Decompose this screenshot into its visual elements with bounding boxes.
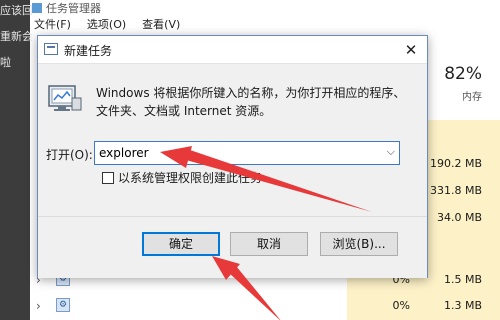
sidebar-fragment: 应该回 — [0, 4, 33, 17]
gear-icon: ⚙ — [56, 298, 70, 312]
browse-button[interactable]: 浏览(B)... — [320, 232, 398, 256]
run-app-icon — [48, 85, 82, 111]
run-window-icon — [44, 43, 58, 55]
sidebar-fragment: 啦 — [0, 56, 11, 69]
memory-column-header[interactable]: 82% 内存 — [428, 64, 500, 103]
new-task-dialog: 新建任务 ✕ Windows 将根据你所键入的名称，为你打开相应的程序、文件夹、… — [37, 35, 428, 278]
admin-checkbox-label: 以系统管理权限创建此任务 — [118, 171, 263, 185]
task-manager-title-text: 任务管理器 — [46, 2, 101, 15]
memory-value: 190.2 MB — [429, 157, 482, 170]
admin-checkbox[interactable] — [102, 171, 114, 184]
open-label: 打开(O): — [46, 148, 93, 162]
admin-option[interactable]: 以系统管理权限创建此任务 — [102, 169, 262, 186]
sidebar-fragment: 重新会 — [0, 30, 33, 43]
process-memory: 1.5 MB — [443, 273, 482, 286]
process-memory: 1.3 MB — [443, 299, 482, 312]
chevron-down-icon[interactable]: ⌵ — [387, 145, 395, 159]
task-manager-icon — [32, 3, 42, 13]
process-cpu: 0% — [392, 299, 410, 312]
cancel-button[interactable]: 取消 — [230, 232, 308, 256]
dialog-description: Windows 将根据你所键入的名称，为你打开相应的程序、文件夹、文档或 Int… — [96, 86, 406, 118]
task-manager-menu: 文件(F) 选项(O) 查看(V) — [34, 16, 180, 32]
ok-button[interactable]: 确定 — [142, 232, 220, 256]
memory-label: 内存 — [462, 92, 482, 103]
process-row[interactable]: › ⚙ 0% 1.3 MB — [0, 294, 500, 318]
task-manager-title: 任务管理器 — [32, 0, 101, 15]
memory-value: 34.0 MB — [436, 211, 482, 224]
menu-view[interactable]: 查看(V) — [142, 16, 180, 32]
open-input[interactable] — [99, 145, 359, 161]
dialog-titlebar: 新建任务 ✕ — [38, 36, 427, 64]
memory-value: 331.8 MB — [429, 184, 482, 197]
close-icon[interactable]: ✕ — [401, 40, 421, 60]
open-combobox[interactable]: ⌵ — [94, 141, 400, 165]
dialog-title: 新建任务 — [64, 44, 113, 58]
memory-percent: 82% — [444, 64, 482, 84]
expand-chevron-icon[interactable]: › — [36, 299, 41, 313]
menu-file[interactable]: 文件(F) — [34, 16, 71, 32]
menu-options[interactable]: 选项(O) — [87, 16, 126, 32]
